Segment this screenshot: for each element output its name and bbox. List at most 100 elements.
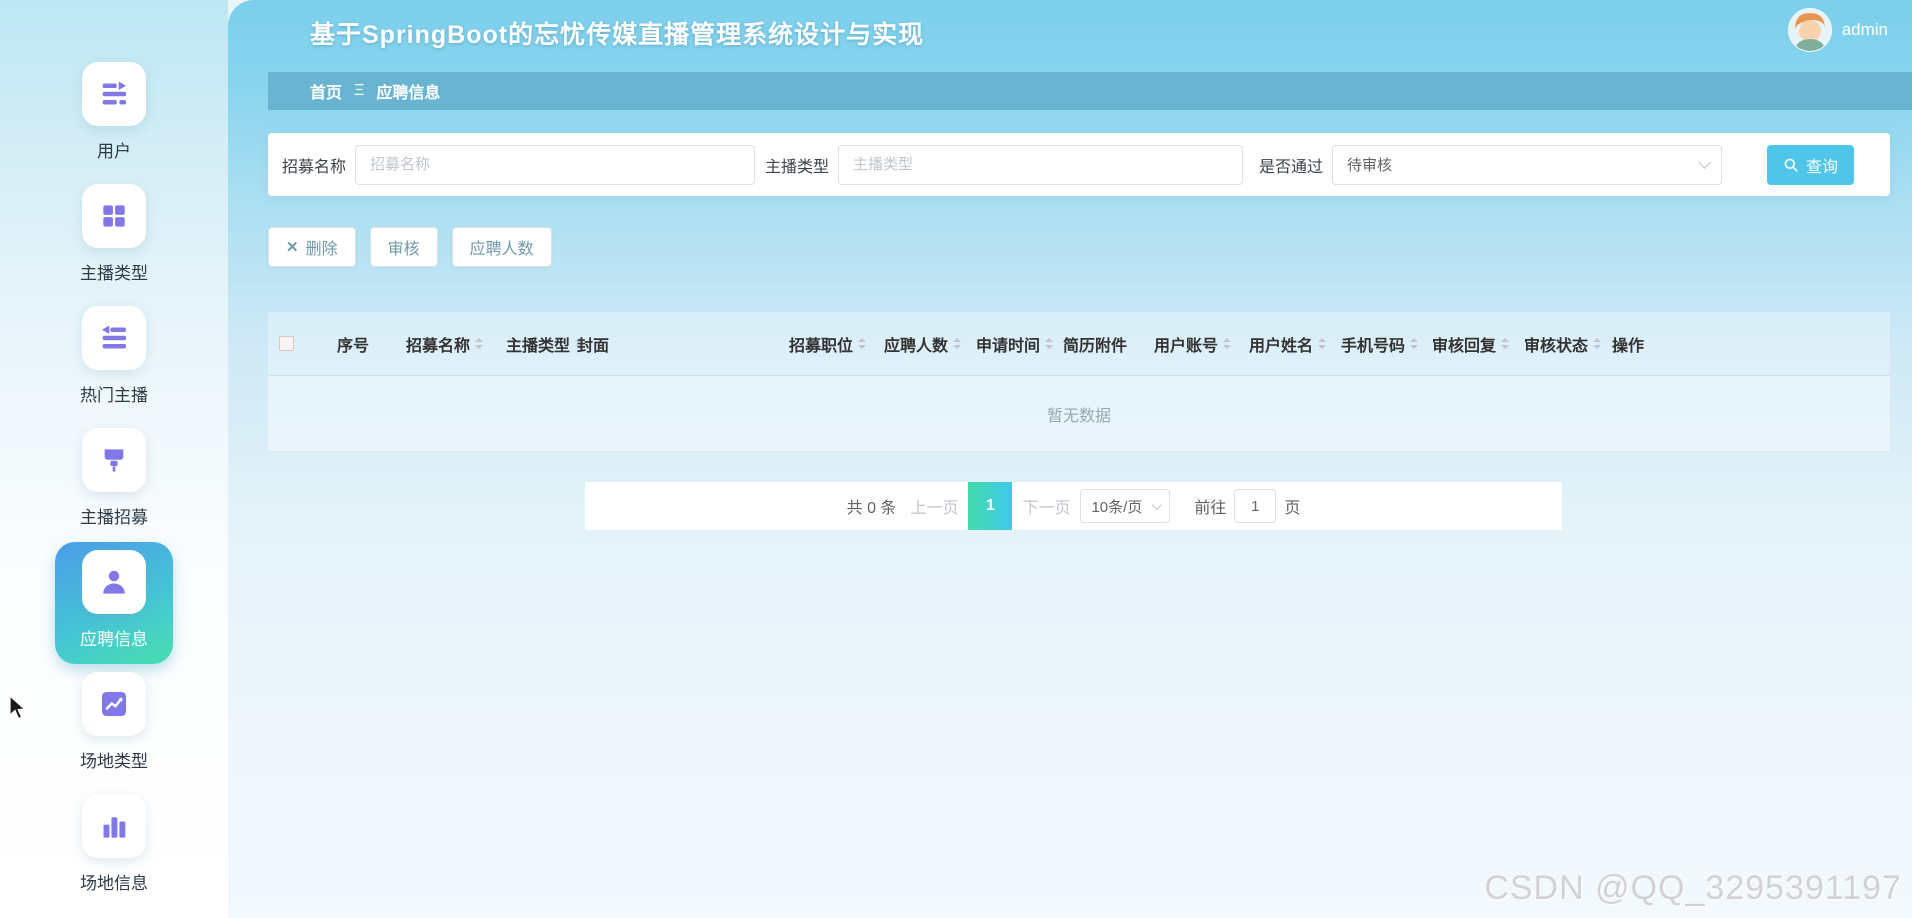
select-all-checkbox[interactable]	[279, 336, 294, 351]
current-page-button[interactable]: 1	[968, 482, 1012, 530]
column-header-user-account[interactable]: 用户账号	[1154, 332, 1249, 356]
column-label: 招募名称	[406, 332, 470, 356]
chevron-down-icon	[1152, 500, 1162, 510]
sort-carets-icon[interactable]	[858, 338, 866, 349]
column-label: 用户账号	[1154, 332, 1218, 356]
column-label: 封面	[577, 332, 609, 356]
sort-carets-icon[interactable]	[953, 338, 961, 349]
brush-icon	[82, 428, 146, 492]
goto-unit-label: 页	[1284, 494, 1300, 518]
sort-carets-icon[interactable]	[475, 338, 483, 349]
empty-state-text: 暂无数据	[1047, 402, 1111, 426]
sidebar-item-anchor-recruit[interactable]: 主播招募	[55, 420, 173, 542]
column-label: 用户姓名	[1249, 332, 1313, 356]
sidebar-item-label: 用户	[97, 137, 131, 162]
sidebar: 用户主播类型热门主播主播招募应聘信息场地类型场地信息	[0, 0, 228, 918]
applicant-count-button-label: 应聘人数	[470, 235, 534, 259]
breadcrumb-separator-icon: Ξ	[354, 82, 364, 100]
column-label: 应聘人数	[884, 332, 948, 356]
action-toolbar: ✕ 删除 审核 应聘人数	[268, 227, 552, 267]
sidebar-item-label: 主播类型	[80, 259, 148, 284]
sidebar-item-label: 场地信息	[80, 869, 148, 894]
sidebar-menu: 用户主播类型热门主播主播招募应聘信息场地类型场地信息	[0, 0, 228, 908]
select-all-cell	[268, 336, 337, 351]
breadcrumb-home[interactable]: 首页	[310, 79, 342, 103]
goto-page-group: 前往 页	[1194, 489, 1300, 523]
user-menu[interactable]: admin	[1788, 8, 1888, 52]
goto-label: 前往	[1194, 494, 1226, 518]
pagination-bar: 共 0 条 上一页 1 下一页 10条/页 前往 页	[585, 482, 1562, 530]
sidebar-item-venue-type[interactable]: 场地类型	[55, 664, 173, 786]
prev-page-button[interactable]: 上一页	[910, 494, 958, 518]
column-header-recruit-name[interactable]: 招募名称	[406, 332, 506, 356]
column-label: 简历附件	[1063, 332, 1127, 356]
breadcrumb-current: 应聘信息	[376, 79, 440, 103]
breadcrumb: 首页 Ξ 应聘信息	[268, 72, 1912, 110]
sort-carets-icon[interactable]	[1501, 338, 1509, 349]
sidebar-item-anchor-type[interactable]: 主播类型	[55, 176, 173, 298]
list-arrows-icon	[82, 62, 146, 126]
top-header: 基于SpringBoot的忘忧传媒直播管理系统设计与实现 admin	[228, 0, 1912, 62]
person-icon	[82, 550, 146, 614]
sidebar-item-label: 场地类型	[80, 747, 148, 772]
avatar[interactable]	[1788, 8, 1832, 52]
column-header-applicant-count[interactable]: 应聘人数	[884, 332, 976, 356]
sidebar-item-hot-anchors[interactable]: 热门主播	[55, 298, 173, 420]
column-header-actions: 操作	[1612, 332, 1692, 356]
applicant-count-button[interactable]: 应聘人数	[452, 227, 552, 267]
empty-state: 暂无数据	[268, 376, 1890, 452]
column-label: 主播类型	[506, 332, 570, 356]
column-header-phone[interactable]: 手机号码	[1341, 332, 1432, 356]
column-label: 审核回复	[1432, 332, 1496, 356]
column-label: 审核状态	[1524, 332, 1588, 356]
column-header-audit-status[interactable]: 审核状态	[1524, 332, 1612, 356]
sidebar-item-label: 主播招募	[80, 503, 148, 528]
search-button[interactable]: 查询	[1767, 145, 1854, 185]
recruit-name-label: 招募名称	[282, 153, 346, 177]
sidebar-item-label: 热门主播	[80, 381, 148, 406]
sort-carets-icon[interactable]	[1223, 338, 1231, 349]
column-header-cover: 封面	[577, 332, 789, 356]
list-back-icon	[82, 306, 146, 370]
page-size-value: 10条/页	[1091, 496, 1142, 517]
anchor-type-input[interactable]	[838, 145, 1243, 185]
sort-carets-icon[interactable]	[1045, 338, 1053, 349]
delete-button[interactable]: ✕ 删除	[268, 227, 356, 267]
mouse-cursor-icon	[8, 695, 28, 726]
chevron-down-icon	[1698, 156, 1711, 169]
data-table: 序号 招募名称 主播类型封面 招募职位应聘人数 申请时间简历附件 用户账号 用户姓名 手机号码…	[268, 312, 1890, 452]
table-header-row: 序号 招募名称 主播类型封面 招募职位应聘人数 申请时间简历附件 用户账号 用户姓名 手机号码…	[268, 312, 1890, 376]
recruit-name-input[interactable]	[355, 145, 755, 185]
bar-chart-icon	[82, 794, 146, 858]
column-header-index: 序号	[337, 332, 406, 356]
sort-carets-icon[interactable]	[1318, 338, 1326, 349]
page: 用户主播类型热门主播主播招募应聘信息场地类型场地信息 基于SpringBoot的…	[0, 0, 1912, 918]
column-header-position[interactable]: 招募职位	[789, 332, 884, 356]
pass-status-select[interactable]: 待审核	[1332, 145, 1722, 185]
search-bar: 招募名称 主播类型 是否通过 待审核 查询	[268, 133, 1890, 196]
page-size-select[interactable]: 10条/页	[1080, 489, 1170, 523]
main-area: 基于SpringBoot的忘忧传媒直播管理系统设计与实现 admin 首页 Ξ …	[228, 0, 1912, 918]
sidebar-item-venue-info[interactable]: 场地信息	[55, 786, 173, 908]
page-title: 基于SpringBoot的忘忧传媒直播管理系统设计与实现	[310, 15, 924, 51]
grid-icon	[82, 184, 146, 248]
sidebar-item-users[interactable]: 用户	[55, 54, 173, 176]
column-label: 操作	[1612, 332, 1644, 356]
sidebar-item-application-info[interactable]: 应聘信息	[55, 542, 173, 664]
pass-status-value: 待审核	[1347, 154, 1392, 175]
pass-status-label: 是否通过	[1259, 153, 1323, 177]
sort-carets-icon[interactable]	[1593, 338, 1601, 349]
audit-button[interactable]: 审核	[370, 227, 438, 267]
column-header-apply-time[interactable]: 申请时间	[976, 332, 1063, 356]
trend-chart-icon	[82, 672, 146, 736]
column-label: 序号	[337, 332, 369, 356]
goto-page-input[interactable]	[1234, 489, 1276, 523]
column-header-resume-file: 简历附件	[1063, 332, 1154, 356]
watermark-text: CSDN @QQ_3295391197	[1484, 869, 1902, 908]
sort-carets-icon[interactable]	[1410, 338, 1418, 349]
next-page-button[interactable]: 下一页	[1022, 494, 1070, 518]
column-header-audit-reply[interactable]: 审核回复	[1432, 332, 1524, 356]
column-header-anchor-type[interactable]: 主播类型	[506, 332, 577, 356]
column-header-user-name[interactable]: 用户姓名	[1249, 332, 1341, 356]
audit-button-label: 审核	[388, 235, 420, 259]
